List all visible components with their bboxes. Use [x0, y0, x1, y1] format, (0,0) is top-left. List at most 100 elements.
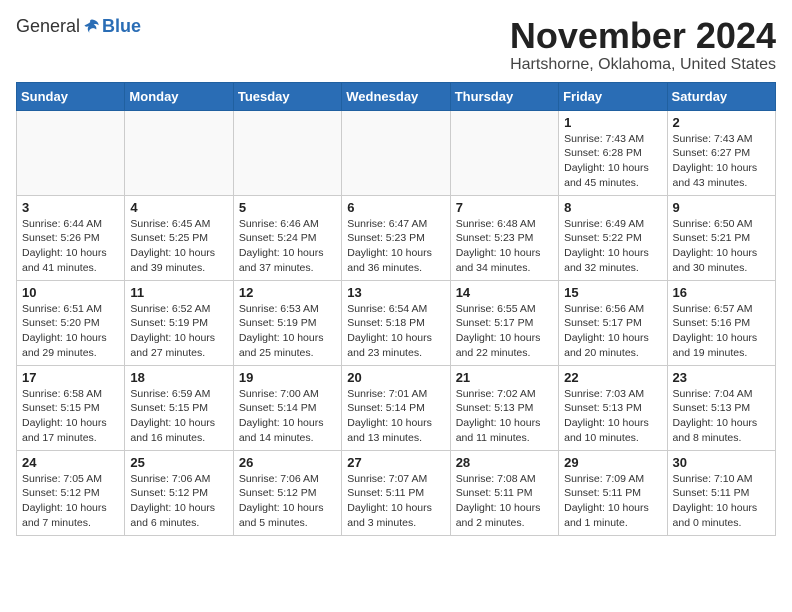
- day-info: Sunrise: 6:56 AMSunset: 5:17 PMDaylight:…: [564, 302, 661, 361]
- logo: General Blue: [16, 16, 141, 37]
- day-number: 9: [673, 200, 770, 215]
- day-number: 30: [673, 455, 770, 470]
- calendar-cell: 20 Sunrise: 7:01 AMSunset: 5:14 PMDayligh…: [342, 365, 450, 450]
- day-number: 19: [239, 370, 336, 385]
- calendar: SundayMondayTuesdayWednesdayThursdayFrid…: [16, 82, 776, 536]
- location-text: Hartshorne, Oklahoma, United States: [510, 56, 776, 74]
- calendar-cell: 8Sunrise: 6:49 AMSunset: 5:22 PMDaylight…: [559, 195, 667, 280]
- col-header-saturday: Saturday: [667, 82, 775, 110]
- day-number: 1: [564, 115, 661, 130]
- day-number: 18: [130, 370, 227, 385]
- day-info: Sunrise: 6:53 AMSunset: 5:19 PMDaylight:…: [239, 302, 336, 361]
- day-number: 14: [456, 285, 553, 300]
- calendar-cell: 27Sunrise: 7:07 AMSunset: 5:11 PMDayligh…: [342, 450, 450, 535]
- day-number: 13: [347, 285, 444, 300]
- day-info: Sunrise: 7:05 AMSunset: 5:12 PMDaylight:…: [22, 472, 119, 531]
- day-info: Sunrise: 6:55 AMSunset: 5:17 PMDaylight:…: [456, 302, 553, 361]
- calendar-cell: 13 Sunrise: 6:54 AMSunset: 5:18 PMDayligh…: [342, 280, 450, 365]
- day-number: 21: [456, 370, 553, 385]
- day-number: 28: [456, 455, 553, 470]
- day-number: 8: [564, 200, 661, 215]
- calendar-cell: 17 Sunrise: 6:58 AMSunset: 5:15 PMDayligh…: [17, 365, 125, 450]
- day-number: 22: [564, 370, 661, 385]
- calendar-cell: 21 Sunrise: 7:02 AMSunset: 5:13 PMDayligh…: [450, 365, 558, 450]
- logo-general-text: General: [16, 16, 80, 37]
- calendar-cell: 4Sunrise: 6:45 AMSunset: 5:25 PMDaylight…: [125, 195, 233, 280]
- calendar-cell: 9 Sunrise: 6:50 AMSunset: 5:21 PMDaylight…: [667, 195, 775, 280]
- day-info: Sunrise: 6:45 AMSunset: 5:25 PMDaylight:…: [130, 217, 227, 276]
- day-info: Sunrise: 6:59 AMSunset: 5:15 PMDaylight:…: [130, 387, 227, 446]
- month-title: November 2024: [510, 16, 776, 56]
- day-number: 15: [564, 285, 661, 300]
- calendar-header-row: SundayMondayTuesdayWednesdayThursdayFrid…: [17, 82, 776, 110]
- day-info: Sunrise: 7:04 AMSunset: 5:13 PMDaylight:…: [673, 387, 770, 446]
- day-number: 23: [673, 370, 770, 385]
- day-info: Sunrise: 6:50 AMSunset: 5:21 PMDaylight:…: [673, 217, 770, 276]
- calendar-cell: 7 Sunrise: 6:48 AMSunset: 5:23 PMDaylight…: [450, 195, 558, 280]
- calendar-cell: [342, 110, 450, 195]
- logo-bird-icon: [82, 17, 102, 37]
- day-number: 6: [347, 200, 444, 215]
- calendar-cell: [17, 110, 125, 195]
- week-row-1: 1 Sunrise: 7:43 AMSunset: 6:28 PMDaylight…: [17, 110, 776, 195]
- calendar-cell: 2Sunrise: 7:43 AMSunset: 6:27 PMDaylight…: [667, 110, 775, 195]
- col-header-monday: Monday: [125, 82, 233, 110]
- day-info: Sunrise: 7:43 AMSunset: 6:28 PMDaylight:…: [564, 132, 661, 191]
- day-number: 11: [130, 285, 227, 300]
- day-info: Sunrise: 6:57 AMSunset: 5:16 PMDaylight:…: [673, 302, 770, 361]
- calendar-cell: 16 Sunrise: 6:57 AMSunset: 5:16 PMDayligh…: [667, 280, 775, 365]
- day-number: 17: [22, 370, 119, 385]
- calendar-cell: 26Sunrise: 7:06 AMSunset: 5:12 PMDayligh…: [233, 450, 341, 535]
- day-info: Sunrise: 7:06 AMSunset: 5:12 PMDaylight:…: [130, 472, 227, 531]
- calendar-cell: 25 Sunrise: 7:06 AMSunset: 5:12 PMDayligh…: [125, 450, 233, 535]
- week-row-3: 10Sunrise: 6:51 AMSunset: 5:20 PMDayligh…: [17, 280, 776, 365]
- calendar-cell: 6 Sunrise: 6:47 AMSunset: 5:23 PMDaylight…: [342, 195, 450, 280]
- day-info: Sunrise: 6:52 AMSunset: 5:19 PMDaylight:…: [130, 302, 227, 361]
- calendar-cell: [233, 110, 341, 195]
- calendar-cell: 22 Sunrise: 7:03 AMSunset: 5:13 PMDayligh…: [559, 365, 667, 450]
- day-number: 29: [564, 455, 661, 470]
- day-number: 5: [239, 200, 336, 215]
- col-header-tuesday: Tuesday: [233, 82, 341, 110]
- calendar-cell: 5 Sunrise: 6:46 AMSunset: 5:24 PMDaylight…: [233, 195, 341, 280]
- day-info: Sunrise: 7:02 AMSunset: 5:13 PMDaylight:…: [456, 387, 553, 446]
- day-info: Sunrise: 7:01 AMSunset: 5:14 PMDaylight:…: [347, 387, 444, 446]
- day-info: Sunrise: 6:48 AMSunset: 5:23 PMDaylight:…: [456, 217, 553, 276]
- calendar-cell: 29Sunrise: 7:09 AMSunset: 5:11 PMDayligh…: [559, 450, 667, 535]
- calendar-cell: 10Sunrise: 6:51 AMSunset: 5:20 PMDayligh…: [17, 280, 125, 365]
- day-info: Sunrise: 7:10 AMSunset: 5:11 PMDaylight:…: [673, 472, 770, 531]
- calendar-cell: 15 Sunrise: 6:56 AMSunset: 5:17 PMDayligh…: [559, 280, 667, 365]
- day-number: 12: [239, 285, 336, 300]
- day-number: 16: [673, 285, 770, 300]
- calendar-cell: [450, 110, 558, 195]
- title-area: November 2024 Hartshorne, Oklahoma, Unit…: [510, 16, 776, 74]
- day-info: Sunrise: 6:47 AMSunset: 5:23 PMDaylight:…: [347, 217, 444, 276]
- week-row-4: 17 Sunrise: 6:58 AMSunset: 5:15 PMDayligh…: [17, 365, 776, 450]
- calendar-cell: 12 Sunrise: 6:53 AMSunset: 5:19 PMDayligh…: [233, 280, 341, 365]
- week-row-5: 24 Sunrise: 7:05 AMSunset: 5:12 PMDayligh…: [17, 450, 776, 535]
- col-header-thursday: Thursday: [450, 82, 558, 110]
- day-info: Sunrise: 6:46 AMSunset: 5:24 PMDaylight:…: [239, 217, 336, 276]
- day-info: Sunrise: 7:03 AMSunset: 5:13 PMDaylight:…: [564, 387, 661, 446]
- logo-blue-text: Blue: [102, 16, 141, 37]
- calendar-cell: 18 Sunrise: 6:59 AMSunset: 5:15 PMDayligh…: [125, 365, 233, 450]
- col-header-sunday: Sunday: [17, 82, 125, 110]
- calendar-cell: 30 Sunrise: 7:10 AMSunset: 5:11 PMDayligh…: [667, 450, 775, 535]
- day-number: 10: [22, 285, 119, 300]
- day-number: 7: [456, 200, 553, 215]
- day-info: Sunrise: 7:07 AMSunset: 5:11 PMDaylight:…: [347, 472, 444, 531]
- day-info: Sunrise: 6:44 AMSunset: 5:26 PMDaylight:…: [22, 217, 119, 276]
- day-number: 20: [347, 370, 444, 385]
- day-number: 24: [22, 455, 119, 470]
- day-info: Sunrise: 7:00 AMSunset: 5:14 PMDaylight:…: [239, 387, 336, 446]
- day-info: Sunrise: 7:43 AMSunset: 6:27 PMDaylight:…: [673, 132, 770, 191]
- day-number: 26: [239, 455, 336, 470]
- day-info: Sunrise: 6:58 AMSunset: 5:15 PMDaylight:…: [22, 387, 119, 446]
- calendar-cell: 23 Sunrise: 7:04 AMSunset: 5:13 PMDayligh…: [667, 365, 775, 450]
- day-info: Sunrise: 7:08 AMSunset: 5:11 PMDaylight:…: [456, 472, 553, 531]
- day-info: Sunrise: 6:54 AMSunset: 5:18 PMDaylight:…: [347, 302, 444, 361]
- calendar-cell: 1 Sunrise: 7:43 AMSunset: 6:28 PMDaylight…: [559, 110, 667, 195]
- day-number: 25: [130, 455, 227, 470]
- day-number: 3: [22, 200, 119, 215]
- week-row-2: 3 Sunrise: 6:44 AMSunset: 5:26 PMDaylight…: [17, 195, 776, 280]
